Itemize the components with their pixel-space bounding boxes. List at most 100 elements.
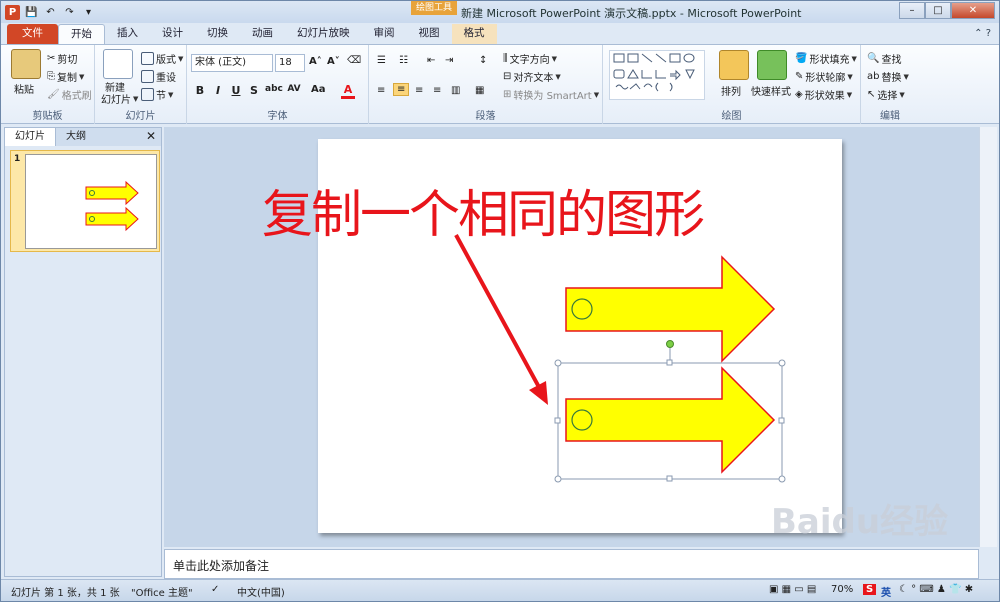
shadow-button[interactable]: S	[247, 84, 261, 97]
line-spacing-icon[interactable]: ↕	[479, 55, 487, 66]
minimize-ribbon-icon[interactable]: ⌃	[974, 28, 982, 39]
tab-insert[interactable]: 插入	[105, 24, 150, 44]
spellcheck-icon[interactable]: ✓	[211, 584, 219, 595]
align-left-icon[interactable]: ≡	[377, 85, 385, 96]
numbering-icon[interactable]: ☷	[399, 55, 408, 66]
tab-animations[interactable]: 动画	[240, 24, 285, 44]
decrease-indent-icon[interactable]: ⇤	[427, 55, 435, 66]
cut-button[interactable]: ✂ 剪切	[47, 51, 77, 66]
tab-view[interactable]: 视图	[407, 24, 452, 44]
tab-outline-panel[interactable]: 大纲	[56, 128, 96, 146]
tab-transitions[interactable]: 切换	[195, 24, 240, 44]
change-case-button[interactable]: Aa	[311, 84, 326, 95]
tab-slideshow[interactable]: 幻灯片放映	[285, 24, 362, 44]
italic-button[interactable]: I	[211, 84, 225, 97]
editing-group: 🔍 查找 ab 替换 ▼ ↖ 选择 ▼ 编辑	[861, 45, 919, 124]
baidu-watermark: Baidu经验	[771, 502, 949, 542]
bullets-icon[interactable]: ☰	[377, 55, 386, 66]
tab-slides-panel[interactable]: 幻灯片	[5, 128, 56, 146]
panel-tabs: 幻灯片 大纲	[5, 128, 161, 146]
columns-icon[interactable]: ▥	[451, 85, 460, 96]
powerpoint-logo-icon[interactable]: P	[5, 4, 20, 20]
paste-icon[interactable]	[11, 49, 41, 79]
sogou-ime-icon[interactable]: S	[863, 584, 877, 595]
bold-button[interactable]: B	[193, 84, 207, 97]
arrange-icon[interactable]	[719, 50, 749, 80]
save-icon[interactable]: 💾	[24, 5, 39, 20]
tab-home[interactable]: 开始	[58, 24, 105, 44]
clear-format-icon[interactable]: ⌫	[347, 55, 361, 66]
ime-toolbar-icons[interactable]: ☾ ° ⌨ ♟ 👕 ✱	[899, 584, 973, 595]
undo-icon[interactable]: ↶	[43, 5, 58, 20]
copy-button[interactable]: ⎘ 复制 ▼	[47, 69, 84, 84]
help-icon[interactable]: ?	[986, 28, 991, 39]
replace-button[interactable]: ab 替换 ▼	[867, 69, 909, 84]
new-slide-dropdown[interactable]: 幻灯片 ▼	[101, 91, 138, 107]
notes-pane[interactable]: 单击此处添加备注	[164, 549, 979, 579]
align-text-icon: ⊟	[503, 71, 512, 82]
slide-count-status: 幻灯片 第 1 张，共 1 张	[11, 588, 120, 599]
reset-button[interactable]: 重设	[141, 69, 176, 84]
section-button[interactable]: 节 ▼	[141, 87, 173, 102]
view-buttons[interactable]: ▣ ▦ ▭ ▤	[769, 584, 816, 595]
font-color-button[interactable]: A	[341, 83, 355, 99]
char-spacing-button[interactable]: AV	[287, 84, 301, 94]
theme-status[interactable]: "Office 主题"	[131, 584, 193, 599]
shape-fill-button[interactable]: 🪣 形状填充 ▼	[795, 51, 857, 66]
maximize-button[interactable]: □	[925, 2, 951, 19]
strikethrough-button[interactable]: abc	[265, 84, 283, 94]
shape-effects-button[interactable]: ◈ 形状效果 ▼	[795, 87, 852, 102]
zoom-level[interactable]: 70%	[831, 584, 853, 595]
text-direction-button[interactable]: ⫼ 文字方向 ▼	[503, 51, 557, 66]
tab-file[interactable]: 文件	[7, 24, 58, 44]
minimize-button[interactable]: –	[899, 2, 925, 19]
slide-thumbnail[interactable]	[25, 154, 157, 249]
increase-indent-icon[interactable]: ⇥	[445, 55, 453, 66]
drawing-tools-context-label: 绘图工具	[411, 1, 457, 15]
shape-outline-button[interactable]: ✎ 形状轮廓 ▼	[795, 69, 853, 84]
grow-font-button[interactable]: A˄	[309, 56, 322, 67]
slide-canvas[interactable]: 复制一个相同的图形	[262, 139, 842, 533]
convert-smartart-button[interactable]: ⊞ 转换为 SmartArt ▼	[503, 87, 599, 102]
paragraph-group-label: 段落	[475, 111, 496, 122]
tab-format[interactable]: 格式	[451, 24, 497, 44]
close-button[interactable]: ✕	[951, 2, 995, 19]
format-painter-button[interactable]: 🖌 格式刷	[47, 87, 92, 102]
font-name-select[interactable]: 宋体 (正文)	[191, 54, 273, 72]
language-status[interactable]: 中文(中国)	[237, 584, 285, 599]
ime-mode[interactable]: 英	[881, 584, 891, 599]
status-bar: 幻灯片 第 1 张，共 1 张 "Office 主题" ✓ 中文(中国) ▣ ▦…	[1, 579, 999, 601]
layout-button[interactable]: 版式 ▼	[141, 51, 183, 66]
new-slide-icon[interactable]	[103, 49, 133, 79]
align-text-button[interactable]: ⊟ 对齐文本 ▼	[503, 69, 561, 84]
title-bar: P 💾 ↶ ↷ ▾ 绘图工具 新建 Microsoft PowerPoint 演…	[1, 1, 999, 23]
tab-design[interactable]: 设计	[150, 24, 195, 44]
columns-menu-icon[interactable]: ▦	[475, 85, 484, 96]
slide-title-text[interactable]: 复制一个相同的图形	[262, 173, 705, 247]
quick-styles-button[interactable]: 快速样式	[751, 83, 791, 98]
shapes-gallery[interactable]	[609, 50, 705, 100]
arrange-button[interactable]: 排列	[721, 83, 741, 98]
paste-button[interactable]: 粘贴	[14, 81, 34, 96]
redo-icon[interactable]: ↷	[62, 5, 77, 20]
tab-review[interactable]: 审阅	[362, 24, 407, 44]
brush-icon: 🖌	[47, 89, 60, 100]
font-size-select[interactable]: 18	[275, 54, 305, 72]
underline-button[interactable]: U	[229, 84, 243, 97]
justify-icon[interactable]: ≡	[433, 85, 441, 96]
rotate-handle[interactable]	[666, 340, 674, 348]
align-center-icon[interactable]: ≡	[393, 83, 410, 96]
shrink-font-button[interactable]: A˅	[327, 56, 340, 67]
window-title: 新建 Microsoft PowerPoint 演示文稿.pptx - Micr…	[461, 7, 802, 20]
vertical-scrollbar[interactable]	[979, 127, 997, 547]
find-button[interactable]: 🔍 查找	[867, 51, 901, 66]
text-direction-icon: ⫼	[503, 53, 508, 64]
customize-qat-icon[interactable]: ▾	[81, 5, 96, 20]
copied-arrow-shape[interactable]	[565, 366, 776, 474]
slide-thumbnail-selected[interactable]: 1	[10, 150, 160, 252]
quick-styles-icon[interactable]	[757, 50, 787, 80]
slides-group: 新建 幻灯片 ▼ 版式 ▼ 重设 节 ▼ 幻灯片	[95, 45, 187, 124]
select-button[interactable]: ↖ 选择 ▼	[867, 87, 905, 102]
align-right-icon[interactable]: ≡	[415, 85, 423, 96]
close-panel-icon[interactable]: ✕	[146, 129, 156, 143]
